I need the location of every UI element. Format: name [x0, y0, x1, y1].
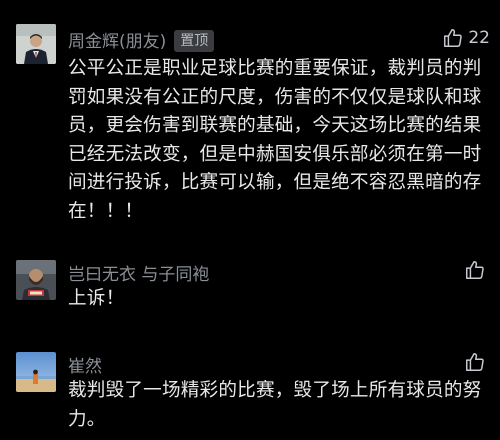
comment-author[interactable]: 崔然	[68, 352, 102, 377]
thumbs-up-icon[interactable]	[442, 27, 464, 49]
like-button[interactable]	[464, 351, 490, 373]
comment-author[interactable]: 岂曰无衣 与子同袍	[68, 260, 209, 285]
avatar[interactable]	[16, 260, 56, 300]
comment-text: 公平公正是职业足球比赛的重要保证，裁判员的判罚如果没有公正的尺度，伤害的不仅仅是…	[68, 58, 482, 222]
comment-item: 崔然 裁判毁了一场精彩的比赛，毁了场上所有球员的努力。	[0, 340, 500, 440]
author-name[interactable]: 岂曰无衣 与子同袍	[68, 265, 209, 285]
avatar[interactable]	[16, 24, 56, 64]
avatar-image	[16, 24, 56, 64]
comment-item: 岂曰无衣 与子同袍 上诉！	[0, 240, 500, 340]
comment-text: 上诉！	[68, 288, 125, 309]
comment-author[interactable]: 周金辉(朋友) 置顶	[68, 27, 215, 52]
like-button[interactable]	[464, 259, 490, 281]
like-count: 22	[468, 28, 490, 48]
thumbs-up-icon[interactable]	[464, 351, 486, 373]
author-name[interactable]: 崔然	[68, 357, 102, 377]
like-button[interactable]: 22	[442, 27, 490, 49]
avatar-image	[16, 260, 56, 300]
comment-item: 周金辉(朋友) 置顶 22 公平公正是职业足球比赛的重要保证，裁判员的判罚如果没有…	[0, 0, 500, 240]
pinned-badge: 置顶	[174, 30, 215, 52]
comment-text: 裁判毁了一场精彩的比赛，毁了场上所有球员的努力。	[68, 380, 482, 430]
author-name[interactable]: 周金辉(朋友)	[68, 32, 166, 52]
thumbs-up-icon[interactable]	[464, 259, 486, 281]
avatar-image	[16, 352, 56, 392]
avatar[interactable]	[16, 352, 56, 392]
